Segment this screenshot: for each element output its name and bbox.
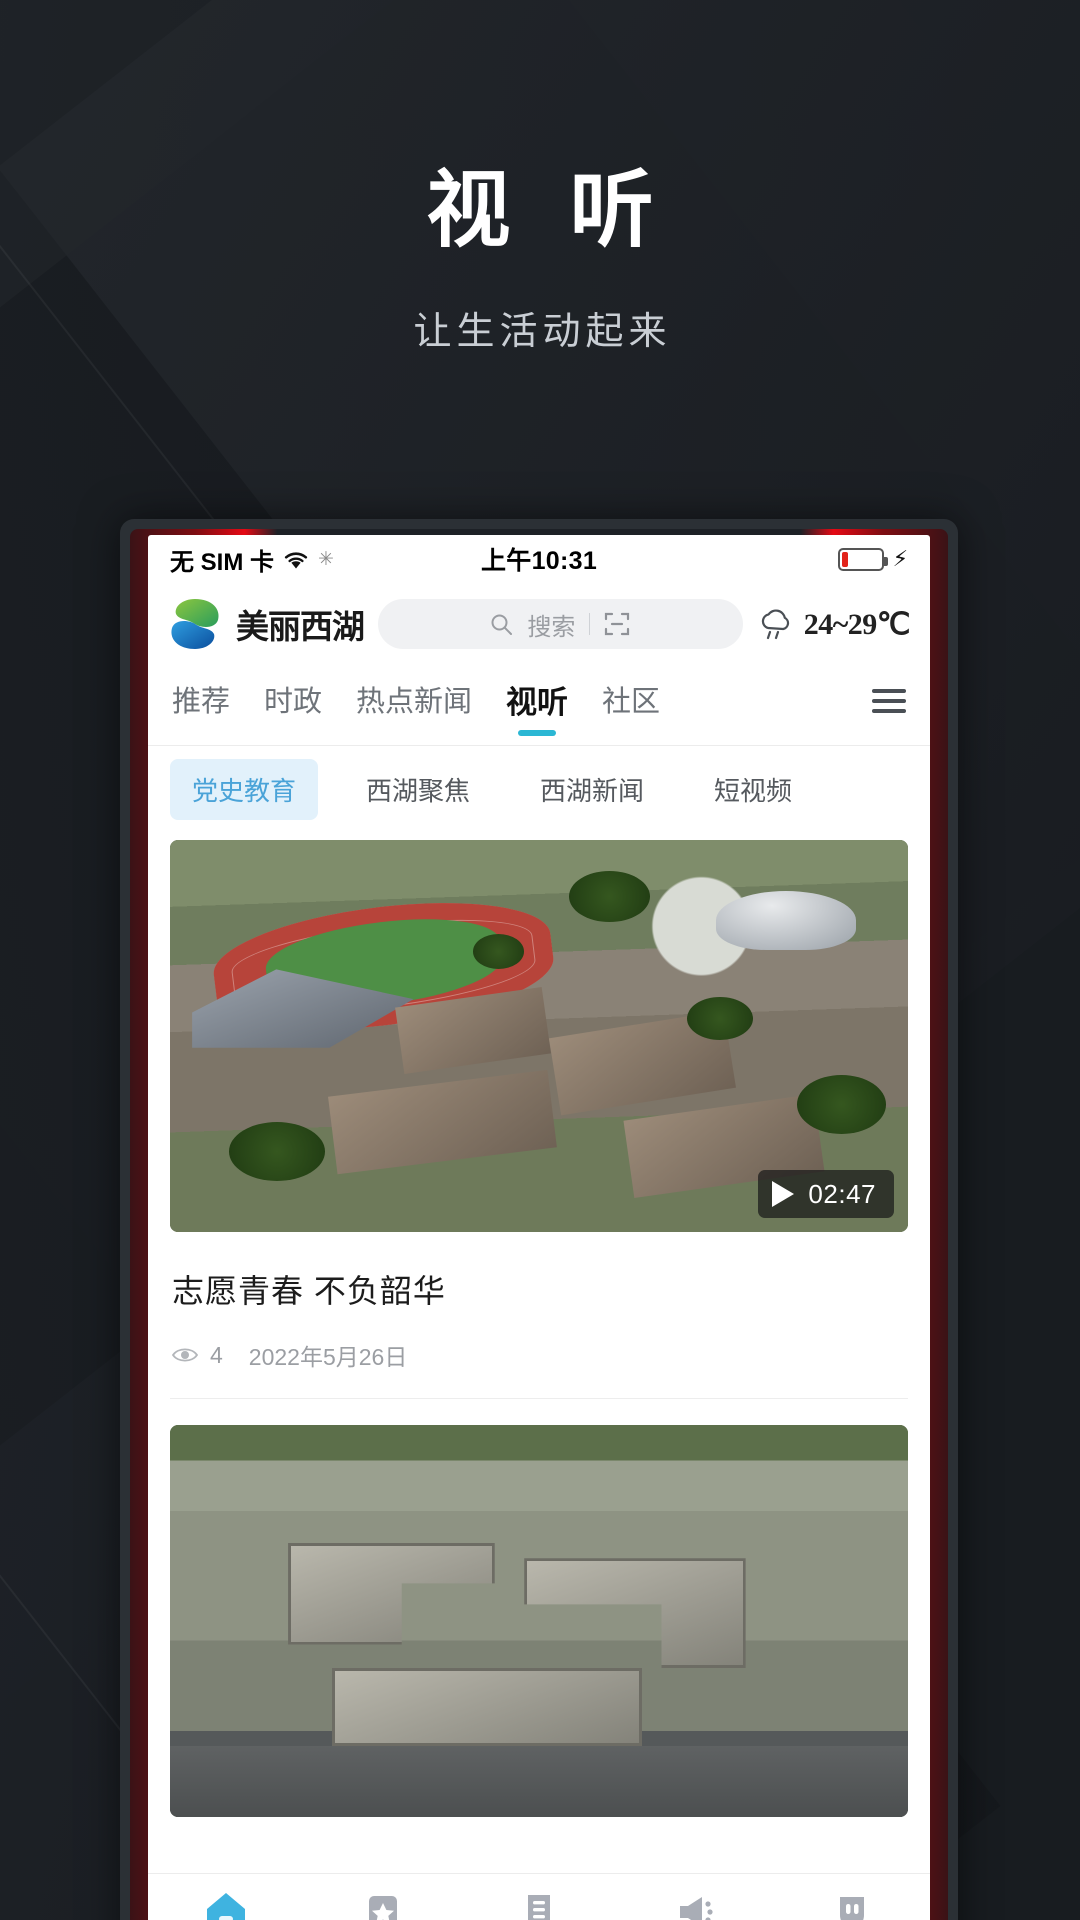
carrier-label: 无 SIM 卡 [170,548,275,576]
charging-bolt-icon: ⚡ [892,546,909,571]
primary-nav-tabs: 推荐 时政 热点新闻 视听 社区 [148,665,930,737]
sub-tab-duanshipin[interactable]: 短视频 [692,759,814,820]
sync-spinner-icon: ✳ [318,548,334,570]
nav-tab-redianxinwen[interactable]: 热点新闻 [356,678,472,724]
app-header: 美丽西湖 搜索 24~29℃ [148,583,930,665]
video-duration: 02:47 [808,1178,876,1209]
card-view-count: 4 [210,1341,223,1368]
wifi-icon [283,549,309,569]
nav-tab-shequ[interactable]: 社区 [602,678,660,724]
status-bar: 无 SIM 卡 ✳ 上午10:31 ⚡ [148,535,930,583]
brand-name: 美丽西湖 [236,610,365,646]
bottom-navigation: 新闻 微融 [148,1873,930,1920]
play-icon[interactable] [772,1181,795,1207]
duration-badge: 02:47 [758,1170,894,1218]
search-icon [490,613,513,636]
card-title[interactable]: 志愿青春 不负韶华 [172,1266,906,1312]
bottom-nav-item-fuwu[interactable]: 服务 [617,1889,773,1920]
eye-icon [171,1346,199,1364]
video-thumbnail[interactable]: 02:47 [170,840,908,1232]
status-bar-right: ⚡ [597,546,908,572]
status-bar-time: 上午10:31 [480,547,598,575]
hamburger-menu-icon[interactable] [872,689,906,713]
nav-tab-tuijian[interactable]: 推荐 [172,678,230,724]
weather-widget[interactable]: 24~29℃ [757,607,911,642]
bottom-nav-item-weirong[interactable]: 微融 [304,1889,460,1920]
search-divider [589,613,591,635]
bottom-nav-item-wode[interactable]: 我的 [774,1889,930,1920]
sub-tab-xihuxinwen[interactable]: 西湖新闻 [518,759,666,820]
home-icon [203,1889,249,1920]
sub-tab-xihujujiao[interactable]: 西湖聚焦 [344,759,492,820]
nav-tab-shizheng[interactable]: 时政 [264,678,322,724]
megaphone-icon [672,1889,718,1920]
phone-red-bezel: 无 SIM 卡 ✳ 上午10:31 ⚡ 美丽西湖 搜索 24~29℃ 推荐 时政… [130,529,948,1920]
search-placeholder: 搜索 [527,613,576,641]
thumbnail-image-aerial-courtyard [170,1425,908,1817]
phone-mockup-frame: 无 SIM 卡 ✳ 上午10:31 ⚡ 美丽西湖 搜索 24~29℃ 推荐 时政… [120,519,958,1920]
feed-card[interactable] [170,1399,908,1817]
hero-section: 视 听 让生活动起来 [0,0,1080,355]
weather-temperature: 24~29℃ [803,607,911,641]
ticket-icon [516,1889,562,1920]
card-date: 2022年5月26日 [248,1344,408,1370]
sub-tab-dangshijiaoyu[interactable]: 党史教育 [170,758,319,820]
page-title: 视 听 [426,163,672,257]
meili-xihu-logo-icon [168,596,222,652]
secondary-nav-tabs: 党史教育 西湖聚焦 西湖新闻 短视频 [148,746,930,832]
star-badge-icon [360,1889,406,1920]
phone-screen: 无 SIM 卡 ✳ 上午10:31 ⚡ 美丽西湖 搜索 24~29℃ 推荐 时政… [148,535,930,1920]
nav-tab-shiting[interactable]: 视听 [506,677,568,726]
status-bar-left: 无 SIM 卡 ✳ [170,542,481,577]
video-feed[interactable]: 02:47 志愿青春 不负韶华 4 2022年5月26日 [148,832,930,1873]
bottom-nav-item-huodong[interactable]: 活动 [461,1889,617,1920]
person-icon [829,1889,875,1920]
video-thumbnail[interactable] [170,1425,908,1817]
search-input[interactable]: 搜索 [378,599,743,649]
scan-qr-icon[interactable] [604,611,630,637]
battery-low-icon [837,547,888,571]
bottom-nav-item-news[interactable]: 新闻 [148,1889,304,1920]
rain-cloud-icon [757,608,795,640]
feed-card[interactable]: 02:47 志愿青春 不负韶华 4 2022年5月26日 [170,832,908,1399]
page-subtitle: 让生活动起来 [413,311,672,354]
card-meta: 4 2022年5月26日 [171,1338,906,1372]
